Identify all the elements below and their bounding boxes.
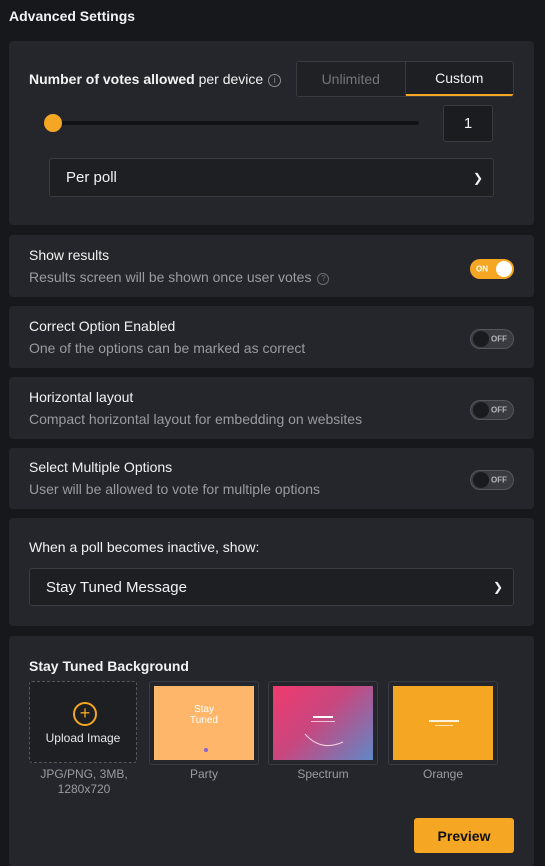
- votes-count-input[interactable]: 1: [443, 105, 493, 142]
- plus-icon: +: [73, 702, 97, 726]
- show-results-subtitle-text: Results screen will be shown once user v…: [29, 269, 312, 285]
- correct-option-card: Correct Option Enabled One of the option…: [9, 306, 534, 368]
- page-title: Advanced Settings: [9, 8, 136, 24]
- show-results-subtitle: Results screen will be shown once user v…: [29, 269, 330, 285]
- background-title: Stay Tuned Background: [29, 658, 189, 674]
- multiple-options-subtitle: User will be allowed to vote for multipl…: [29, 481, 321, 497]
- inactive-select[interactable]: Stay Tuned Message ❯: [29, 568, 514, 606]
- toggle-state-label: ON: [476, 264, 488, 274]
- spectrum-preview-graphic: [304, 716, 344, 747]
- party-preview-line2: Tuned: [190, 715, 218, 726]
- orange-background-option[interactable]: [388, 681, 498, 765]
- chevron-down-icon: ❯: [492, 580, 503, 594]
- show-results-toggle[interactable]: ON: [470, 259, 514, 279]
- preview-button[interactable]: Preview: [414, 818, 514, 853]
- party-preview-text: Stay Tuned: [154, 704, 254, 726]
- horizontal-layout-toggle[interactable]: OFF: [470, 400, 514, 420]
- toggle-knob: [473, 472, 489, 488]
- inactive-card: When a poll becomes inactive, show: Stay…: [9, 518, 534, 626]
- vote-period-value: Per poll: [66, 169, 117, 186]
- party-preview-line1: Stay: [193, 704, 214, 715]
- spectrum-background-option[interactable]: [268, 681, 378, 765]
- upload-note: JPG/PNG, 3MB, 1280x720: [40, 767, 128, 796]
- orange-label: Orange: [422, 767, 464, 781]
- party-preview: Stay Tuned: [154, 686, 254, 760]
- toggle-knob: [473, 402, 489, 418]
- upload-image-button[interactable]: + Upload Image: [29, 681, 137, 763]
- custom-button[interactable]: Custom: [405, 62, 513, 96]
- orange-preview: [393, 686, 493, 760]
- spectrum-preview: [273, 686, 373, 760]
- votes-mode-toggle: Unlimited Custom: [296, 61, 514, 97]
- inactive-select-value: Stay Tuned Message: [46, 578, 187, 596]
- info-icon[interactable]: i: [268, 74, 282, 87]
- party-label: Party: [189, 767, 218, 781]
- votes-slider-track[interactable]: [44, 121, 419, 125]
- upload-image-label: Upload Image: [45, 731, 121, 745]
- unlimited-button[interactable]: Unlimited: [297, 62, 406, 96]
- multiple-options-toggle[interactable]: OFF: [470, 470, 514, 490]
- correct-option-subtitle: One of the options can be marked as corr…: [29, 340, 306, 356]
- show-results-card: Show results Results screen will be show…: [9, 235, 534, 297]
- correct-option-title: Correct Option Enabled: [29, 318, 176, 334]
- votes-label-rest: per device: [194, 71, 264, 87]
- votes-card: Number of votes allowed per device i Unli…: [9, 41, 534, 225]
- chevron-down-icon: ❯: [472, 170, 483, 185]
- party-preview-dot: [204, 748, 208, 752]
- background-card: Stay Tuned Background + Upload Image JPG…: [9, 636, 534, 866]
- inactive-label: When a poll becomes inactive, show:: [29, 539, 260, 555]
- toggle-state-label: OFF: [491, 475, 507, 485]
- toggle-state-label: OFF: [491, 405, 507, 415]
- vote-period-select[interactable]: Per poll ❯: [49, 158, 494, 197]
- spectrum-label: Spectrum: [297, 767, 349, 781]
- correct-option-toggle[interactable]: OFF: [470, 329, 514, 349]
- party-background-option[interactable]: Stay Tuned: [149, 681, 259, 765]
- multiple-options-title: Select Multiple Options: [29, 459, 173, 475]
- horizontal-layout-card: Horizontal layout Compact horizontal lay…: [9, 377, 534, 439]
- toggle-knob: [496, 261, 512, 277]
- votes-slider-thumb[interactable]: [44, 114, 62, 132]
- votes-label-bold: Number of votes allowed: [29, 71, 195, 87]
- help-icon[interactable]: ?: [317, 273, 330, 285]
- horizontal-layout-title: Horizontal layout: [29, 389, 134, 405]
- horizontal-layout-subtitle: Compact horizontal layout for embedding …: [29, 411, 363, 427]
- votes-label: Number of votes allowed per device i: [29, 71, 282, 87]
- toggle-state-label: OFF: [491, 334, 507, 344]
- toggle-knob: [473, 331, 489, 347]
- show-results-title: Show results: [29, 247, 110, 263]
- orange-preview-graphic: [429, 720, 459, 726]
- multiple-options-card: Select Multiple Options User will be all…: [9, 448, 534, 509]
